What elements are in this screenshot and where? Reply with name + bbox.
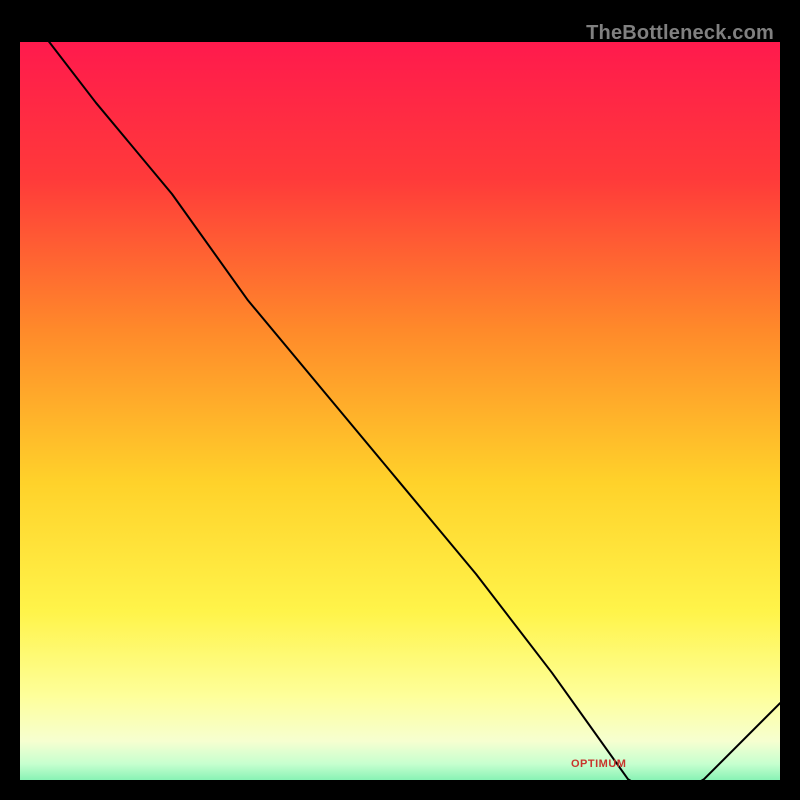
plot-area: OPTIMUM (20, 42, 780, 780)
bottleneck-curve (20, 42, 780, 780)
optimum-label: OPTIMUM (571, 758, 626, 770)
chart-frame: TheBottleneck.com OPTIMUM (20, 20, 780, 780)
